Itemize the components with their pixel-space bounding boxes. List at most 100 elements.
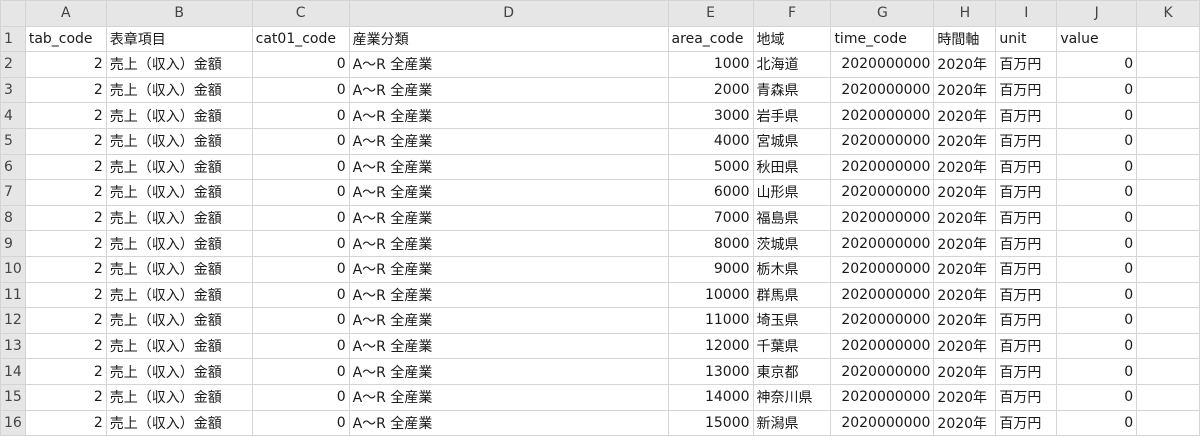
cell[interactable]: A～R 全産業 bbox=[348, 358, 669, 385]
cell[interactable]: 2020000000 bbox=[830, 51, 935, 78]
cell[interactable]: 北海道 bbox=[752, 51, 832, 78]
cell[interactable]: 2020年 bbox=[933, 255, 997, 283]
cell[interactable]: 0 bbox=[1056, 153, 1138, 181]
cell[interactable]: 14000 bbox=[667, 383, 754, 411]
cell[interactable]: 0 bbox=[1056, 204, 1138, 232]
cell[interactable]: 百万円 bbox=[995, 127, 1058, 155]
cell[interactable]: 5000 bbox=[667, 153, 754, 181]
cell[interactable]: 2020年 bbox=[933, 230, 997, 257]
cell[interactable]: 産業分類 bbox=[348, 25, 669, 53]
row-header[interactable]: 13 bbox=[0, 332, 26, 360]
cell[interactable] bbox=[1136, 307, 1200, 334]
cell[interactable]: 2020年 bbox=[933, 153, 997, 181]
cell[interactable]: 売上（収入）金額 bbox=[105, 179, 253, 206]
cell[interactable]: 2020000000 bbox=[830, 358, 935, 385]
cell[interactable]: 2020000000 bbox=[830, 153, 935, 181]
cell[interactable]: 2020年 bbox=[933, 76, 997, 104]
cell[interactable]: 埼玉県 bbox=[752, 307, 832, 334]
cell[interactable] bbox=[1136, 255, 1200, 283]
row-header[interactable]: 10 bbox=[0, 255, 26, 283]
cell[interactable]: 2 bbox=[24, 51, 107, 78]
cell[interactable]: 百万円 bbox=[995, 204, 1058, 232]
cell[interactable]: 3000 bbox=[667, 102, 754, 129]
row-header[interactable]: 4 bbox=[0, 102, 26, 129]
column-header-a[interactable]: A bbox=[24, 0, 107, 27]
cell[interactable]: 2 bbox=[24, 332, 107, 360]
cell[interactable] bbox=[1136, 25, 1200, 53]
cell[interactable]: 地域 bbox=[752, 25, 832, 53]
cell[interactable]: 岩手県 bbox=[752, 102, 832, 129]
row-header[interactable]: 7 bbox=[0, 179, 26, 206]
cell[interactable]: 2 bbox=[24, 358, 107, 385]
cell[interactable]: 0 bbox=[1056, 179, 1138, 206]
cell[interactable]: 0 bbox=[251, 281, 350, 309]
cell[interactable] bbox=[1136, 383, 1200, 411]
cell[interactable]: 秋田県 bbox=[752, 153, 832, 181]
cell[interactable]: A～R 全産業 bbox=[348, 51, 669, 78]
cell[interactable]: 栃木県 bbox=[752, 255, 832, 283]
row-header[interactable]: 15 bbox=[0, 383, 26, 411]
cell[interactable]: 0 bbox=[1056, 102, 1138, 129]
cell[interactable]: 売上（収入）金額 bbox=[105, 230, 253, 257]
cell[interactable]: 0 bbox=[1056, 76, 1138, 104]
cell[interactable]: A～R 全産業 bbox=[348, 153, 669, 181]
cell[interactable]: 0 bbox=[1056, 307, 1138, 334]
cell[interactable]: 2 bbox=[24, 383, 107, 411]
cell[interactable]: 2020年 bbox=[933, 358, 997, 385]
cell[interactable]: 2020年 bbox=[933, 409, 997, 437]
cell[interactable]: 売上（収入）金額 bbox=[105, 102, 253, 129]
cell[interactable]: A～R 全産業 bbox=[348, 76, 669, 104]
cell[interactable]: 0 bbox=[1056, 281, 1138, 309]
cell[interactable]: 売上（収入）金額 bbox=[105, 307, 253, 334]
cell[interactable]: A～R 全産業 bbox=[348, 332, 669, 360]
cell[interactable]: 4000 bbox=[667, 127, 754, 155]
cell[interactable] bbox=[1136, 51, 1200, 78]
cell[interactable]: unit bbox=[995, 25, 1058, 53]
cell[interactable]: 2 bbox=[24, 230, 107, 257]
column-header-b[interactable]: B bbox=[105, 0, 253, 27]
cell[interactable]: 2020年 bbox=[933, 383, 997, 411]
cell[interactable]: area_code bbox=[667, 25, 754, 53]
column-header-g[interactable]: G bbox=[830, 0, 935, 27]
cell[interactable]: 2020000000 bbox=[830, 230, 935, 257]
cell[interactable]: A～R 全産業 bbox=[348, 307, 669, 334]
cell[interactable]: 百万円 bbox=[995, 307, 1058, 334]
cell[interactable]: 神奈川県 bbox=[752, 383, 832, 411]
cell[interactable]: 8000 bbox=[667, 230, 754, 257]
cell[interactable]: 6000 bbox=[667, 179, 754, 206]
cell[interactable]: 0 bbox=[1056, 51, 1138, 78]
column-header-f[interactable]: F bbox=[752, 0, 832, 27]
cell[interactable]: 2 bbox=[24, 179, 107, 206]
cell[interactable]: 売上（収入）金額 bbox=[105, 51, 253, 78]
cell[interactable]: A～R 全産業 bbox=[348, 127, 669, 155]
cell[interactable]: 1000 bbox=[667, 51, 754, 78]
cell[interactable]: 売上（収入）金額 bbox=[105, 204, 253, 232]
cell[interactable]: 2020年 bbox=[933, 51, 997, 78]
cell[interactable] bbox=[1136, 102, 1200, 129]
cell[interactable] bbox=[1136, 76, 1200, 104]
cell[interactable]: 2 bbox=[24, 204, 107, 232]
cell[interactable] bbox=[1136, 179, 1200, 206]
cell[interactable]: 百万円 bbox=[995, 255, 1058, 283]
cell[interactable]: 0 bbox=[251, 255, 350, 283]
cell[interactable]: 売上（収入）金額 bbox=[105, 281, 253, 309]
cell[interactable]: 2 bbox=[24, 409, 107, 437]
cell[interactable]: 0 bbox=[251, 332, 350, 360]
cell[interactable]: 9000 bbox=[667, 255, 754, 283]
cell[interactable]: 時間軸 bbox=[933, 25, 997, 53]
row-header[interactable]: 5 bbox=[0, 127, 26, 155]
cell[interactable]: 0 bbox=[251, 230, 350, 257]
cell[interactable]: 13000 bbox=[667, 358, 754, 385]
cell[interactable]: 2000 bbox=[667, 76, 754, 104]
cell[interactable] bbox=[1136, 127, 1200, 155]
cell[interactable]: time_code bbox=[830, 25, 935, 53]
cell[interactable] bbox=[1136, 230, 1200, 257]
cell[interactable]: 10000 bbox=[667, 281, 754, 309]
cell[interactable]: 宮城県 bbox=[752, 127, 832, 155]
row-header[interactable]: 9 bbox=[0, 230, 26, 257]
cell[interactable]: 2020000000 bbox=[830, 76, 935, 104]
cell[interactable]: 2020000000 bbox=[830, 383, 935, 411]
cell[interactable]: 百万円 bbox=[995, 153, 1058, 181]
cell[interactable]: 0 bbox=[251, 307, 350, 334]
cell[interactable]: 百万円 bbox=[995, 102, 1058, 129]
